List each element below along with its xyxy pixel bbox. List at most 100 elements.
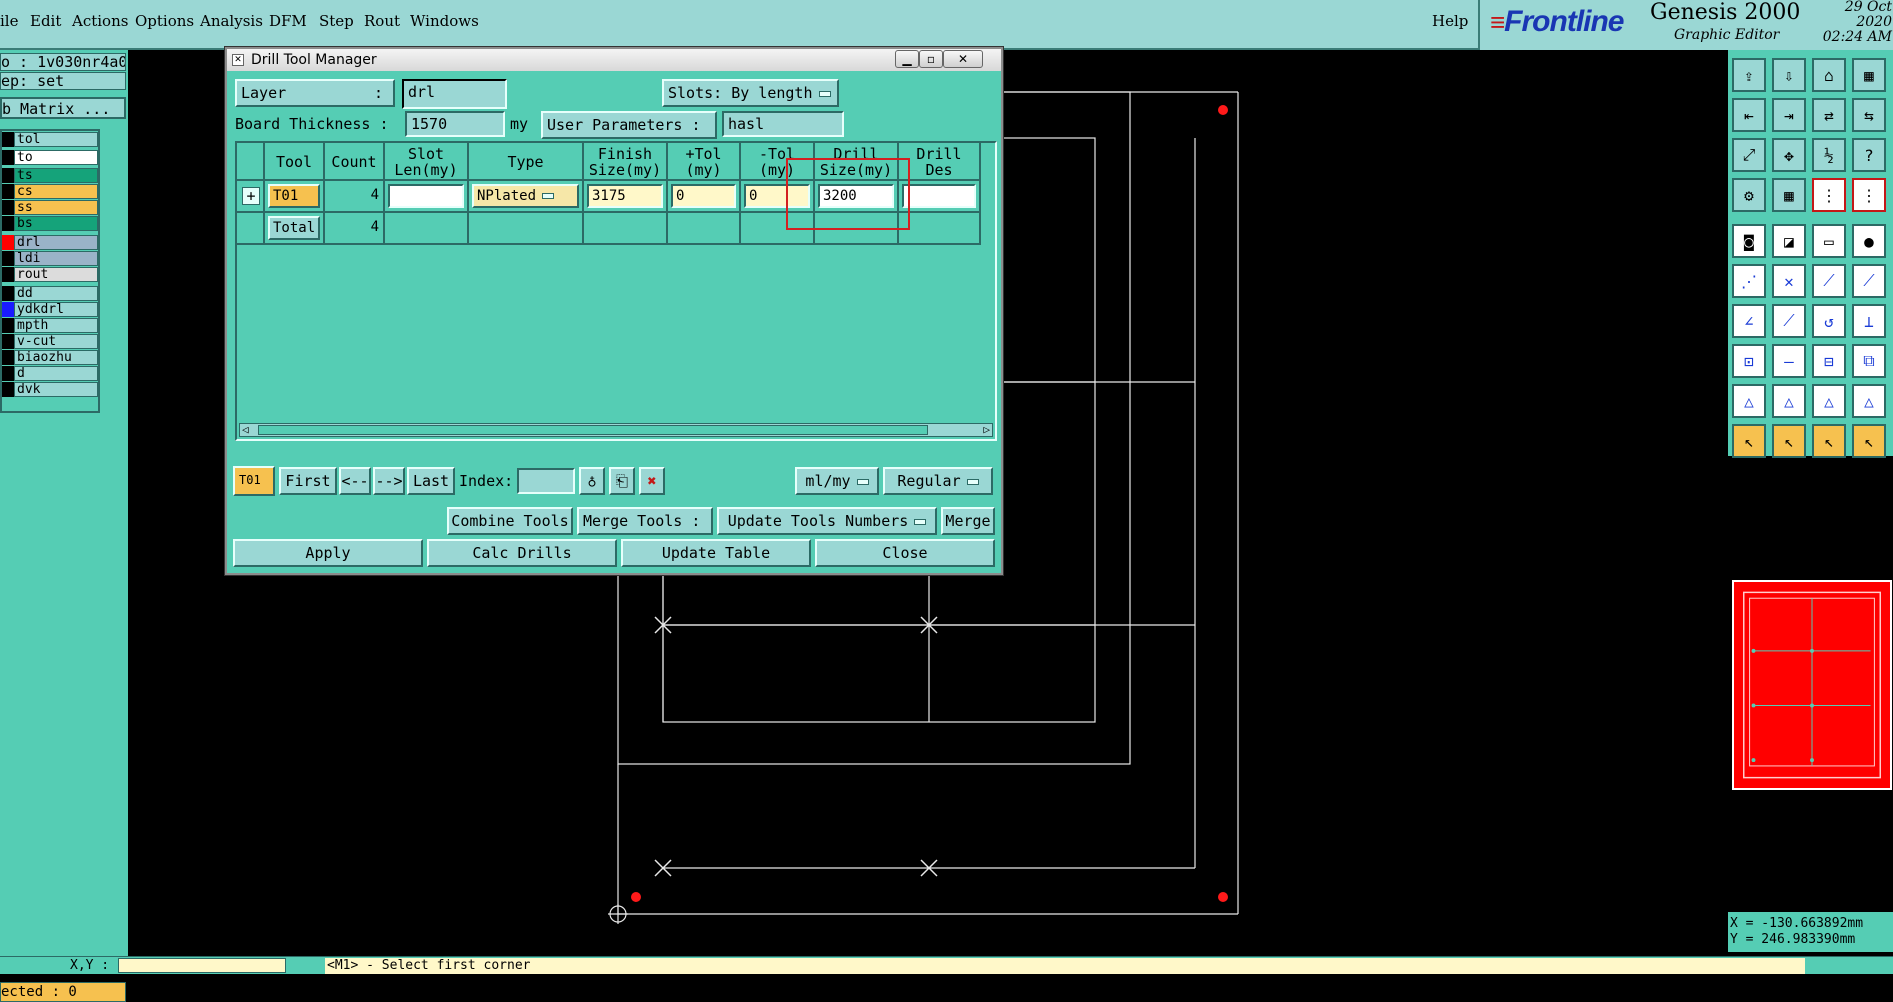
measure-icon[interactable]: ⊟ bbox=[1812, 344, 1846, 378]
drill-des-field[interactable] bbox=[902, 184, 976, 208]
slots-selector[interactable]: Slots: By length bbox=[662, 79, 839, 107]
layer-item-mpth[interactable]: mpth bbox=[14, 318, 98, 333]
layer-field[interactable]: drl bbox=[402, 79, 507, 109]
xy-input[interactable] bbox=[118, 958, 286, 973]
calc-drills-button[interactable]: Calc Drills bbox=[427, 539, 617, 567]
swap-icon[interactable]: ⇄ bbox=[1812, 98, 1846, 132]
select3-icon[interactable]: ↖ bbox=[1812, 424, 1846, 458]
line-icon[interactable]: ▭ bbox=[1812, 224, 1846, 258]
select-icon[interactable]: ↖ bbox=[1732, 424, 1766, 458]
angle-icon[interactable]: ∠ bbox=[1732, 304, 1766, 338]
layout-icon[interactable]: ▦ bbox=[1852, 58, 1886, 92]
left-icon[interactable]: ⇤ bbox=[1732, 98, 1766, 132]
type-dropdown[interactable]: NPlated bbox=[472, 184, 579, 208]
home-icon[interactable]: ⌂ bbox=[1812, 58, 1846, 92]
menu-rout[interactable]: Rout bbox=[364, 12, 400, 30]
layer-item-ydkdrl[interactable]: ydkdrl bbox=[14, 302, 98, 317]
line2-icon[interactable]: — bbox=[1772, 344, 1806, 378]
split-icon[interactable]: ⊥ bbox=[1852, 304, 1886, 338]
tool-cell[interactable]: T01 bbox=[268, 184, 320, 208]
menu-step[interactable]: Step bbox=[319, 12, 354, 30]
fit-icon[interactable]: ⤢ bbox=[1732, 138, 1766, 172]
layer-item-to[interactable]: to bbox=[14, 150, 98, 165]
close-icon[interactable]: ✕ bbox=[943, 50, 983, 68]
help-icon[interactable]: ? bbox=[1852, 138, 1886, 172]
layer-item-biaozhu[interactable]: biaozhu bbox=[14, 350, 98, 365]
user-params-field[interactable]: hasl bbox=[722, 111, 844, 137]
half-icon[interactable]: ½ bbox=[1812, 138, 1846, 172]
copy-icon[interactable]: ⧉ bbox=[1852, 344, 1886, 378]
dialog-titlebar[interactable]: ✕ Drill Tool Manager ▁ ▫ ✕ bbox=[227, 49, 1001, 71]
plus-tol-field[interactable]: 0 bbox=[671, 184, 736, 208]
slot-len-field[interactable] bbox=[388, 184, 464, 208]
units-dropdown[interactable]: ml/my bbox=[795, 467, 879, 495]
select4-icon[interactable]: ↖ bbox=[1852, 424, 1886, 458]
snap-icon[interactable]: ⟋ bbox=[1812, 264, 1846, 298]
menu-edit[interactable]: Edit bbox=[30, 12, 61, 30]
prev-button[interactable]: <-- bbox=[339, 467, 371, 495]
user-params-label[interactable]: User Parameters : bbox=[541, 111, 717, 139]
expand-icon[interactable]: + bbox=[242, 187, 260, 205]
lamp-icon[interactable]: ♁ bbox=[579, 467, 605, 495]
last-button[interactable]: Last bbox=[407, 467, 455, 495]
layer-item-d[interactable]: d bbox=[14, 366, 98, 381]
pad-add-icon[interactable]: ◙ bbox=[1732, 224, 1766, 258]
circle-icon[interactable]: ● bbox=[1852, 224, 1886, 258]
apply-button[interactable]: Apply bbox=[233, 539, 423, 567]
menu-dfm[interactable]: DFM bbox=[269, 12, 307, 30]
layer-item-tol[interactable]: tol bbox=[14, 132, 98, 147]
swap2-icon[interactable]: ⇆ bbox=[1852, 98, 1886, 132]
scroll-right-icon[interactable]: ▷ bbox=[983, 424, 990, 436]
mode-dropdown[interactable]: Regular bbox=[883, 467, 993, 495]
pad2-icon[interactable]: ⋮ bbox=[1852, 178, 1886, 212]
menu-actions[interactable]: Actions bbox=[72, 12, 128, 30]
layer-item-rout[interactable]: rout bbox=[14, 267, 98, 282]
net-icon[interactable]: ⋰ bbox=[1732, 264, 1766, 298]
close-button[interactable]: Close bbox=[815, 539, 995, 567]
save-icon[interactable]: ⇩ bbox=[1772, 58, 1806, 92]
layer-item-drl[interactable]: drl bbox=[14, 235, 98, 250]
cross-icon[interactable]: ✕ bbox=[1772, 264, 1806, 298]
settings-icon[interactable]: ⚙ bbox=[1732, 178, 1766, 212]
update-table-button[interactable]: Update Table bbox=[621, 539, 811, 567]
first-button[interactable]: First bbox=[279, 467, 337, 495]
minimize-icon[interactable]: ▁ bbox=[895, 50, 919, 68]
menu-options[interactable]: Options bbox=[135, 12, 194, 30]
horizontal-scrollbar[interactable]: ◁ ▷ bbox=[239, 423, 993, 437]
tri-b-icon[interactable]: △ bbox=[1772, 384, 1806, 418]
panel-preview[interactable] bbox=[1732, 580, 1892, 790]
menu-help[interactable]: Help bbox=[1432, 12, 1468, 30]
thickness-field[interactable]: 1570 bbox=[405, 111, 505, 137]
next-button[interactable]: --> bbox=[373, 467, 405, 495]
delete-icon[interactable]: ✖ bbox=[639, 467, 665, 495]
box-icon[interactable]: ⊡ bbox=[1732, 344, 1766, 378]
index-field[interactable] bbox=[517, 468, 575, 494]
select2-icon[interactable]: ↖ bbox=[1772, 424, 1806, 458]
matrix-button[interactable]: b Matrix ... bbox=[0, 97, 126, 119]
scroll-thumb[interactable] bbox=[258, 425, 928, 435]
pad-icon[interactable]: ⋮ bbox=[1812, 178, 1846, 212]
maximize-icon[interactable]: ▫ bbox=[919, 50, 943, 68]
layer-item-bs[interactable]: bs bbox=[14, 216, 98, 231]
rotate-icon[interactable]: ↺ bbox=[1812, 304, 1846, 338]
menu-file[interactable]: ile bbox=[0, 12, 18, 30]
finish-size-field[interactable]: 3175 bbox=[587, 184, 663, 208]
menu-analysis[interactable]: Analysis bbox=[200, 12, 263, 30]
combine-tools-button[interactable]: Combine Tools bbox=[447, 507, 573, 535]
snap2-icon[interactable]: ⟋ bbox=[1852, 264, 1886, 298]
layer-item-dvk[interactable]: dvk bbox=[14, 382, 98, 397]
layer-item-ldi[interactable]: ldi bbox=[14, 251, 98, 266]
layer-item-ts[interactable]: ts bbox=[14, 168, 98, 183]
polygon-icon[interactable]: ◪ bbox=[1772, 224, 1806, 258]
layer-item-v-cut[interactable]: v-cut bbox=[14, 334, 98, 349]
layer-item-cs[interactable]: cs bbox=[14, 184, 98, 199]
right-icon[interactable]: ⇥ bbox=[1772, 98, 1806, 132]
save-icon[interactable]: ⎗ bbox=[609, 467, 635, 495]
menu-windows[interactable]: Windows bbox=[410, 12, 479, 30]
tri-d-icon[interactable]: △ bbox=[1852, 384, 1886, 418]
grid-icon[interactable]: ▦ bbox=[1772, 178, 1806, 212]
merge-button[interactable]: Merge bbox=[941, 507, 995, 535]
move-icon[interactable]: ✥ bbox=[1772, 138, 1806, 172]
scroll-left-icon[interactable]: ◁ bbox=[242, 424, 249, 436]
layer-item-ss[interactable]: ss bbox=[14, 200, 98, 215]
